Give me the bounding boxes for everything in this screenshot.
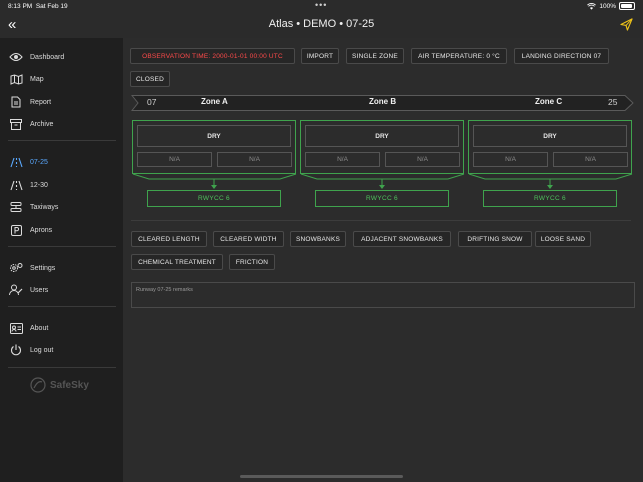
sidebar-divider	[8, 306, 116, 307]
home-indicator[interactable]	[240, 475, 403, 478]
zone-b-rwycc-badge: RWYCC 6	[315, 190, 449, 207]
users-icon	[8, 283, 24, 297]
zone-a-depth-field[interactable]: N/A	[217, 152, 292, 167]
loose-sand-button[interactable]: LOOSE SAND	[535, 231, 591, 247]
logout-icon	[8, 343, 24, 357]
archive-icon	[8, 117, 24, 131]
sidebar-item-map[interactable]: Map	[8, 70, 44, 88]
sidebar-item-label: Dashboard	[30, 53, 65, 61]
drifting-snow-button[interactable]: DRIFTING SNOW	[458, 231, 532, 247]
zone-b-label: Zone B	[369, 97, 397, 106]
sidebar-item-logout[interactable]: Log out	[8, 341, 53, 359]
section-divider	[131, 220, 631, 221]
zone-c-panel: DRY N/A N/A	[468, 120, 632, 174]
remarks-input[interactable]: Runway 07-25 remarks	[131, 282, 635, 308]
battery-percent: 100%	[599, 2, 616, 10]
zone-c-coverage-field[interactable]: N/A	[473, 152, 548, 167]
zone-a-condition-button[interactable]: DRY	[137, 125, 291, 147]
brand-logo: SafeSky	[30, 377, 89, 393]
safesky-logo-icon	[30, 377, 46, 393]
chemical-treatment-button[interactable]: CHEMICAL TREATMENT	[131, 254, 223, 270]
landing-direction-button[interactable]: LANDING DIRECTION 07	[514, 48, 609, 64]
wifi-icon	[587, 2, 597, 10]
runway-end-number: 25	[608, 97, 618, 107]
sidebar-item-label: Archive	[30, 120, 54, 128]
sidebar-item-label: Taxiways	[30, 203, 59, 211]
map-icon	[8, 72, 24, 86]
import-button[interactable]: IMPORT	[301, 48, 339, 64]
sidebar-item-12-30[interactable]: 12-30	[8, 176, 48, 194]
air-temperature-button[interactable]: AIR TEMPERATURE: 0 °C	[411, 48, 507, 64]
snowbanks-button[interactable]: SNOWBANKS	[290, 231, 346, 247]
report-icon	[8, 95, 24, 109]
sidebar-item-aprons[interactable]: Aprons	[8, 221, 52, 239]
sidebar-item-label: About	[30, 324, 49, 332]
sidebar-divider	[8, 140, 116, 141]
zone-b-depth-field[interactable]: N/A	[385, 152, 460, 167]
runway-bar: 07 Zone A Zone B Zone C 25	[131, 95, 634, 111]
cleared-width-button[interactable]: CLEARED WIDTH	[213, 231, 284, 247]
sidebar-item-settings[interactable]: Settings	[8, 259, 55, 277]
sidebar-item-label: 07-25	[30, 158, 48, 166]
zone-a-coverage-field[interactable]: N/A	[137, 152, 212, 167]
closed-button[interactable]: CLOSED	[130, 71, 170, 87]
zone-c-rwycc-badge: RWYCC 6	[483, 190, 617, 207]
single-zone-button[interactable]: SINGLE ZONE	[346, 48, 404, 64]
sidebar-item-dashboard[interactable]: Dashboard	[8, 48, 64, 66]
observation-time-button[interactable]: OBSERVATION TIME: 2000-01-01 00:00 UTC	[130, 48, 295, 64]
sidebar-item-users[interactable]: Users	[8, 281, 48, 299]
adjacent-snowbanks-button[interactable]: ADJACENT SNOWBANKS	[353, 231, 451, 247]
sidebar: Dashboard Map Report Archive 07-25 12-30…	[0, 38, 123, 482]
multitask-dots[interactable]: •••	[315, 0, 327, 10]
runway-start-number: 07	[147, 97, 157, 107]
zone-a-label: Zone A	[201, 97, 228, 106]
cleared-length-button[interactable]: CLEARED LENGTH	[131, 231, 207, 247]
send-icon[interactable]	[620, 18, 633, 36]
nav-bar: « Atlas • DEMO • 07-25	[0, 12, 643, 38]
sidebar-divider	[8, 367, 116, 368]
sidebar-item-label: Settings	[30, 264, 56, 272]
status-right: 100%	[587, 2, 635, 10]
sidebar-item-label: Users	[30, 286, 49, 294]
sidebar-divider	[8, 246, 116, 247]
sidebar-item-label: Log out	[30, 346, 54, 354]
sidebar-item-label: 12-30	[30, 181, 48, 189]
sidebar-item-label: Aprons	[30, 226, 53, 234]
zone-b-coverage-field[interactable]: N/A	[305, 152, 380, 167]
sidebar-item-about[interactable]: About	[8, 319, 48, 337]
zone-b-condition-button[interactable]: DRY	[305, 125, 459, 147]
zone-a-rwycc-badge: RWYCC 6	[147, 190, 281, 207]
sidebar-item-07-25[interactable]: 07-25	[8, 153, 48, 171]
sidebar-item-taxiways[interactable]: Taxiways	[8, 198, 58, 216]
page-title: Atlas • DEMO • 07-25	[268, 18, 375, 30]
sidebar-item-report[interactable]: Report	[8, 93, 51, 111]
settings-icon	[8, 261, 24, 275]
friction-button[interactable]: FRICTION	[229, 254, 275, 270]
zone-c-condition-button[interactable]: DRY	[473, 125, 627, 147]
sidebar-item-label: Map	[30, 75, 44, 83]
zone-a-panel: DRY N/A N/A	[132, 120, 296, 174]
about-icon	[8, 321, 24, 335]
taxiway-icon	[8, 200, 24, 214]
main-content: OBSERVATION TIME: 2000-01-01 00:00 UTC I…	[123, 38, 643, 482]
sidebar-item-label: Report	[30, 98, 52, 106]
zone-b-panel: DRY N/A N/A	[300, 120, 464, 174]
status-time: 8:13 PM Sat Feb 19	[8, 3, 68, 10]
brand-name: SafeSky	[50, 379, 89, 391]
sidebar-item-archive[interactable]: Archive	[8, 115, 53, 133]
battery-icon	[619, 2, 635, 10]
zone-c-label: Zone C	[535, 97, 563, 106]
zone-c-depth-field[interactable]: N/A	[553, 152, 628, 167]
status-bar: 8:13 PM Sat Feb 19 ••• 100%	[0, 0, 643, 12]
parking-icon	[8, 223, 24, 237]
runway-icon	[8, 155, 24, 169]
runway-icon	[8, 178, 24, 192]
eye-icon	[8, 50, 24, 64]
